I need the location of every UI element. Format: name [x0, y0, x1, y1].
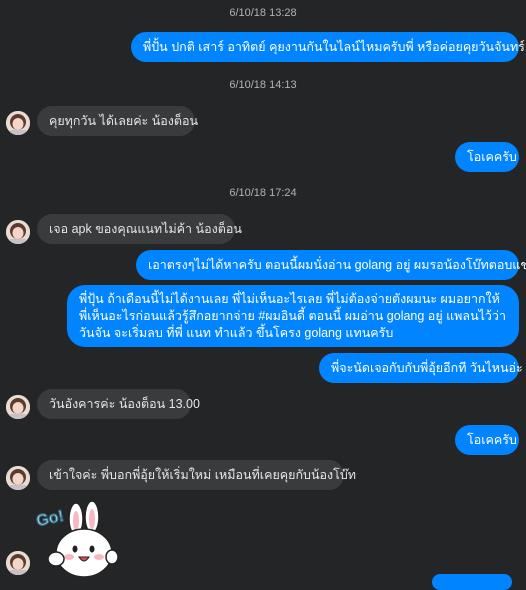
message-incoming[interactable]: เข้าใจค่ะ พี่บอกพี่อุ้ยให้เริ่มใหม่ เหมื… [37, 460, 356, 490]
bunny-sticker-icon: Go! [34, 500, 119, 578]
message-outgoing[interactable]: โอเคครับ [455, 425, 519, 455]
avatar-photo-icon [6, 220, 30, 244]
bunny-go-sticker[interactable]: Go! [34, 497, 119, 578]
message-outgoing-partial[interactable] [432, 574, 512, 590]
message-outgoing[interactable]: เอาตรงๆไม่ได้หาครับ ตอนนี้ผมนั่งอ่าน gol… [136, 250, 526, 280]
timestamp: 6/10/18 14:13 [229, 79, 297, 91]
message-incoming[interactable]: เจอ apk ของคุณแนทไม่ค้า น้องต็อน [37, 214, 242, 244]
avatar[interactable] [6, 551, 30, 575]
avatar[interactable] [6, 111, 30, 135]
avatar[interactable] [6, 220, 30, 244]
avatar[interactable] [6, 395, 30, 419]
sticker-go-text: Go! [35, 508, 65, 530]
timestamp: 6/10/18 13:28 [229, 7, 297, 19]
avatar-photo-icon [6, 395, 30, 419]
message-incoming[interactable]: คุยทุกวัน ได้เลยค่ะ น้องต็อน [37, 106, 198, 136]
timestamp: 6/10/18 17:24 [229, 187, 297, 199]
message-outgoing[interactable]: พี่ปั้น ปกติ เสาร์ อาทิตย์ คุยงานกันในไล… [131, 32, 526, 62]
message-outgoing[interactable]: พี่ปุ้น ถ้าเดือนนี้ไม่ได้งานเลย พี่ไม่เห… [67, 285, 519, 347]
avatar[interactable] [6, 466, 30, 490]
message-outgoing[interactable]: พี่จะนัดเจอกับกับพี่อุ้ยอีกที วันไหนอ่ะ [319, 353, 523, 383]
message-incoming[interactable]: วันอังคารค่ะ น้องต็อน 13.00 [37, 389, 200, 419]
message-thread: 6/10/18 13:28 พี่ปั้น ปกติ เสาร์ อาทิตย์… [0, 0, 526, 590]
message-outgoing[interactable]: โอเคครับ [455, 142, 519, 172]
avatar-photo-icon [6, 111, 30, 135]
avatar-photo-icon [6, 551, 30, 575]
avatar-photo-icon [6, 466, 30, 490]
